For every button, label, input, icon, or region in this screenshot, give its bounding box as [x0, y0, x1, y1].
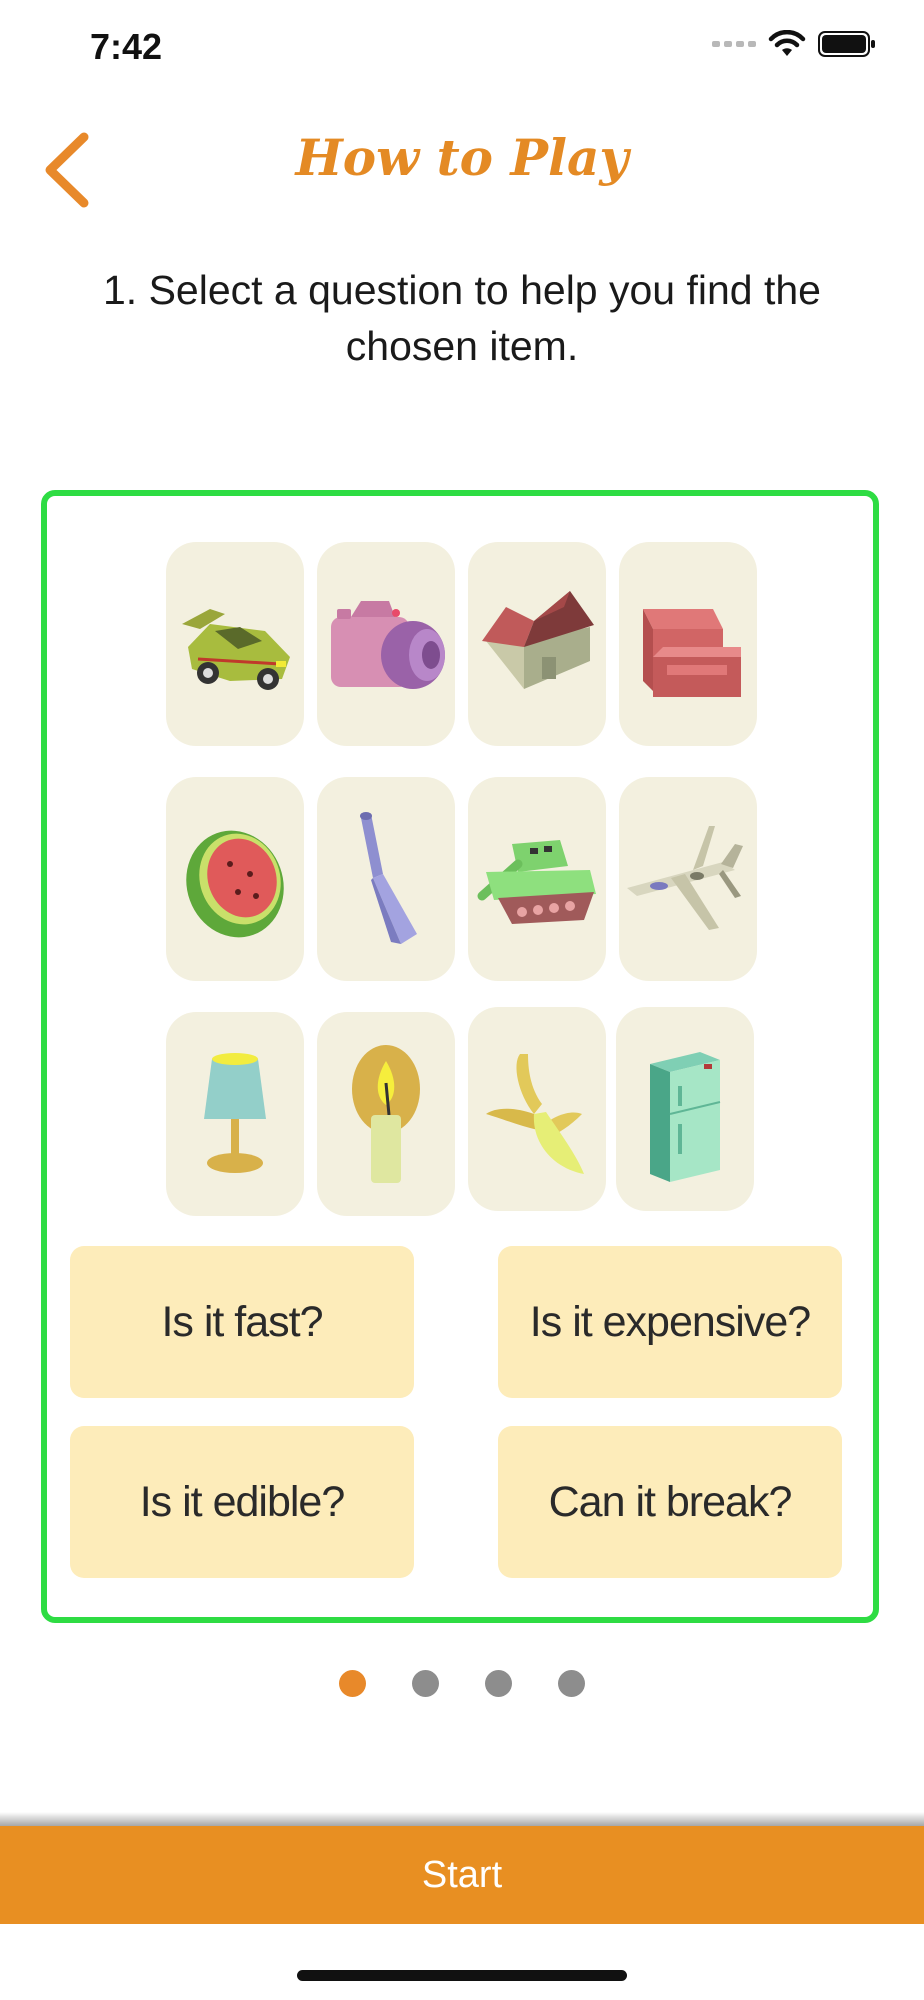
watermelon-icon [186, 830, 284, 938]
question-button-fast[interactable]: Is it fast? [70, 1246, 414, 1398]
wifi-icon [768, 30, 806, 56]
car-icon [182, 609, 290, 690]
question-button-break[interactable]: Can it break? [498, 1426, 842, 1578]
instruction-text: 1. Select a question to help you find th… [102, 267, 821, 369]
item-card-airplane[interactable] [619, 777, 757, 981]
signal-icon [712, 41, 756, 47]
item-card-armchair[interactable] [619, 542, 757, 746]
question-button-expensive[interactable]: Is it expensive? [498, 1246, 842, 1398]
refrigerator-icon [650, 1052, 721, 1182]
status-icons [712, 30, 876, 58]
page-dot-2[interactable] [412, 1670, 439, 1697]
home-indicator[interactable] [297, 1970, 627, 1981]
item-card-camera[interactable] [317, 542, 455, 746]
page-dot-3[interactable] [485, 1670, 512, 1697]
battery-icon [818, 31, 875, 57]
item-card-candle[interactable] [317, 1012, 455, 1216]
candle-icon [352, 1045, 420, 1183]
tank-icon [477, 840, 596, 924]
house-icon [482, 591, 594, 689]
banana-icon [486, 1054, 584, 1174]
example-panel: Is it fast? Is it expensive? Is it edibl… [41, 490, 879, 1623]
page-dot-1[interactable] [339, 1670, 366, 1697]
armchair-icon [643, 609, 741, 697]
item-card-banana[interactable] [468, 1007, 606, 1211]
item-card-watermelon[interactable] [166, 777, 304, 981]
lamp-icon [204, 1053, 266, 1173]
page-indicator [0, 1670, 924, 1697]
start-bar-shadow [0, 1812, 924, 1826]
status-time: 7:42 [90, 26, 163, 67]
item-card-refrigerator[interactable] [616, 1007, 754, 1211]
item-card-lamp[interactable] [166, 1012, 304, 1216]
page-title: How to Play [295, 128, 629, 187]
item-card-car[interactable] [166, 542, 304, 746]
bottle-icon [360, 812, 417, 944]
item-card-bottle[interactable] [317, 777, 455, 981]
status-bar: 7:42 [0, 0, 924, 100]
start-button[interactable]: Start [0, 1826, 924, 1924]
airplane-icon [627, 826, 743, 930]
camera-icon [331, 601, 445, 689]
question-button-edible[interactable]: Is it edible? [70, 1426, 414, 1578]
item-card-tank[interactable] [468, 777, 606, 981]
item-card-house[interactable] [468, 542, 606, 746]
page-dot-4[interactable] [558, 1670, 585, 1697]
